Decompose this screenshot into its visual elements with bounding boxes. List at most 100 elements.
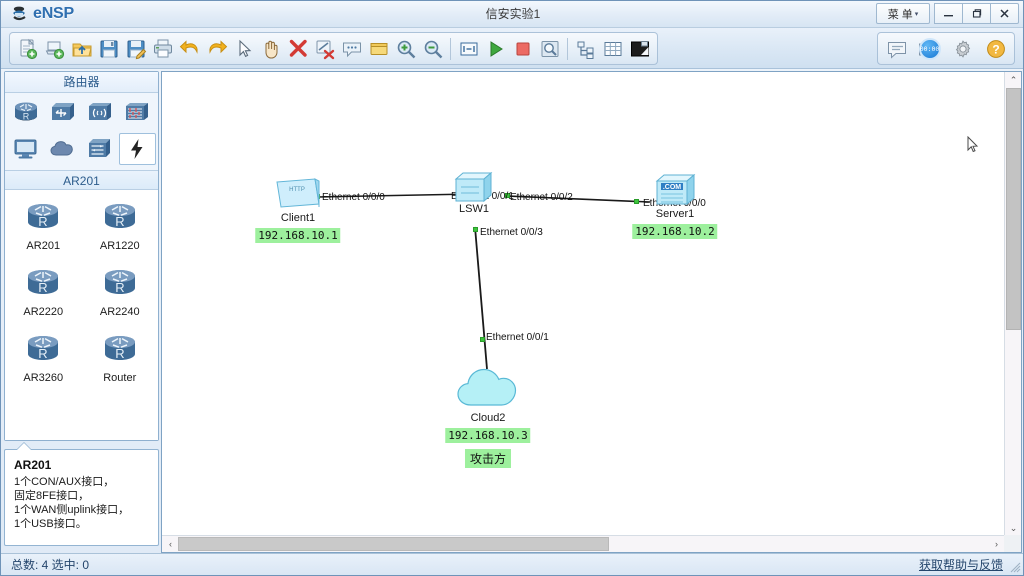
port-label: Ethernet 0/0/3	[480, 227, 543, 238]
hand-pan-icon[interactable]	[257, 35, 284, 62]
topology-canvas[interactable]: Ethernet 0/0/0 Ethernet 0/0/1 Ethernet 0…	[162, 72, 1005, 536]
terminal-category-icon[interactable]	[7, 133, 44, 165]
toolbar: 00:00 ?	[1, 28, 1023, 69]
device-model-label: AR1220	[99, 240, 140, 252]
node-cloud2[interactable]: Cloud2 192.168.10.3 攻击方	[445, 364, 531, 468]
timer-badge-icon[interactable]: 00:00	[916, 35, 943, 62]
router-category-icon[interactable]: R	[7, 97, 44, 129]
minimize-icon	[944, 15, 953, 17]
canvas-vertical-scrollbar[interactable]: ⌃ ⌄	[1004, 72, 1021, 536]
selection-status-text: 总数: 4 选中: 0	[11, 558, 90, 572]
wlan-category-icon[interactable]	[82, 97, 119, 129]
undo-icon[interactable]	[176, 35, 203, 62]
scroll-up-icon[interactable]: ⌃	[1005, 72, 1022, 88]
vertical-scroll-thumb[interactable]	[1006, 88, 1021, 330]
print-icon[interactable]	[149, 35, 176, 62]
wan-category-icon[interactable]	[82, 133, 119, 165]
chat-icon[interactable]	[883, 35, 910, 62]
menu-button-label: 菜 单	[887, 8, 913, 21]
redo-icon[interactable]	[203, 35, 230, 62]
category-panel-header: 路由器	[5, 72, 158, 93]
window-title: 信安实验1	[485, 7, 541, 21]
topology-canvas-container: Ethernet 0/0/0 Ethernet 0/0/1 Ethernet 0…	[161, 71, 1022, 553]
title-bar: 信安实验1 eNSP 菜 单 ▾	[1, 1, 1023, 28]
add-note-icon[interactable]	[338, 35, 365, 62]
port-label: Ethernet 0/0/2	[510, 192, 573, 203]
scroll-down-icon[interactable]: ⌄	[1005, 520, 1022, 536]
stop-device-icon[interactable]	[509, 35, 536, 62]
device-model-item[interactable]: R AR2220	[11, 266, 75, 332]
node-label: Cloud2	[470, 412, 506, 424]
cloud-device-icon	[457, 368, 517, 406]
node-lsw1[interactable]: LSW1	[450, 170, 498, 215]
reset-zoom-icon[interactable]	[455, 35, 482, 62]
device-model-label: AR2220	[23, 306, 64, 318]
scroll-left-icon[interactable]: ‹	[162, 536, 179, 552]
node-client1[interactable]: HTTP Client1 192.168.10.1	[255, 176, 341, 243]
node-label: LSW1	[459, 203, 489, 215]
topology-tree-icon[interactable]	[572, 35, 599, 62]
app-name: eNSP	[33, 5, 74, 22]
svg-text:R: R	[22, 112, 29, 122]
close-icon	[1000, 9, 1009, 18]
device-category-panel: 路由器 R AR201 R AR201 R AR1220 R AR2220 R …	[4, 71, 159, 441]
minimize-button[interactable]	[934, 3, 963, 24]
restore-button[interactable]	[962, 3, 991, 24]
toolbar-main-group	[9, 32, 658, 65]
select-pointer-icon[interactable]	[230, 35, 257, 62]
port-status-dot	[480, 337, 485, 342]
node-label: Client1	[280, 212, 316, 224]
node-label: Server1	[655, 208, 695, 220]
port-status-dot	[473, 227, 478, 232]
zoom-out-icon[interactable]	[419, 35, 446, 62]
svg-text:?: ?	[992, 42, 999, 56]
save-icon[interactable]	[95, 35, 122, 62]
add-shape-icon[interactable]	[365, 35, 392, 62]
node-ip-tag: 192.168.10.3	[445, 428, 531, 443]
device-model-item[interactable]: R AR3260	[11, 332, 75, 398]
custom-device-category-icon[interactable]	[118, 133, 156, 165]
device-model-item[interactable]: R Router	[88, 332, 152, 398]
screenshot-icon[interactable]	[626, 35, 653, 62]
ensp-logo-icon	[10, 4, 30, 24]
device-sidebar: 路由器 R AR201 R AR201 R AR1220 R AR2220 R …	[4, 71, 159, 553]
gear-icon[interactable]	[949, 35, 976, 62]
canvas-horizontal-scrollbar[interactable]: ‹ ›	[162, 535, 1005, 552]
description-line: 1个USB接口。	[14, 518, 87, 530]
node-server1[interactable]: .COM Server1 192.168.10.2	[632, 172, 718, 239]
new-topology-icon[interactable]	[14, 35, 41, 62]
menu-button[interactable]: 菜 单 ▾	[876, 3, 930, 24]
switch-category-icon[interactable]	[44, 97, 81, 129]
port-label: Ethernet 0/0/0	[322, 192, 385, 203]
new-device-icon[interactable]	[41, 35, 68, 62]
capture-packet-icon[interactable]	[536, 35, 563, 62]
router-model-icon: R	[104, 270, 135, 295]
open-icon[interactable]	[68, 35, 95, 62]
zoom-in-icon[interactable]	[392, 35, 419, 62]
switch-device-icon	[454, 171, 493, 203]
scroll-right-icon[interactable]: ›	[988, 536, 1005, 552]
device-model-item[interactable]: R AR2240	[88, 266, 152, 332]
server-device-icon: .COM	[655, 173, 696, 206]
firewall-category-icon[interactable]	[119, 97, 156, 129]
device-model-item[interactable]: R AR1220	[88, 200, 152, 266]
help-feedback-link[interactable]: 获取帮助与反馈	[919, 554, 1003, 575]
start-device-icon[interactable]	[482, 35, 509, 62]
cloud-category-icon[interactable]	[44, 133, 81, 165]
close-button[interactable]	[990, 3, 1019, 24]
horizontal-scroll-thumb[interactable]	[178, 537, 609, 551]
window-controls: 菜 单 ▾	[876, 3, 1019, 24]
grid-icon[interactable]	[599, 35, 626, 62]
model-panel-header: AR201	[5, 170, 158, 190]
delete-link-icon[interactable]	[311, 35, 338, 62]
device-model-item[interactable]: R AR201	[11, 200, 75, 266]
resize-grip-icon[interactable]	[1009, 560, 1021, 573]
save-as-icon[interactable]	[122, 35, 149, 62]
chevron-down-icon: ▾	[914, 10, 919, 18]
delete-icon[interactable]	[284, 35, 311, 62]
device-model-label: AR2240	[99, 306, 140, 318]
help-icon[interactable]: ?	[982, 35, 1009, 62]
svg-text:HTTP: HTTP	[289, 187, 305, 193]
svg-text:.COM: .COM	[663, 184, 681, 191]
device-model-label: AR201	[26, 240, 61, 252]
